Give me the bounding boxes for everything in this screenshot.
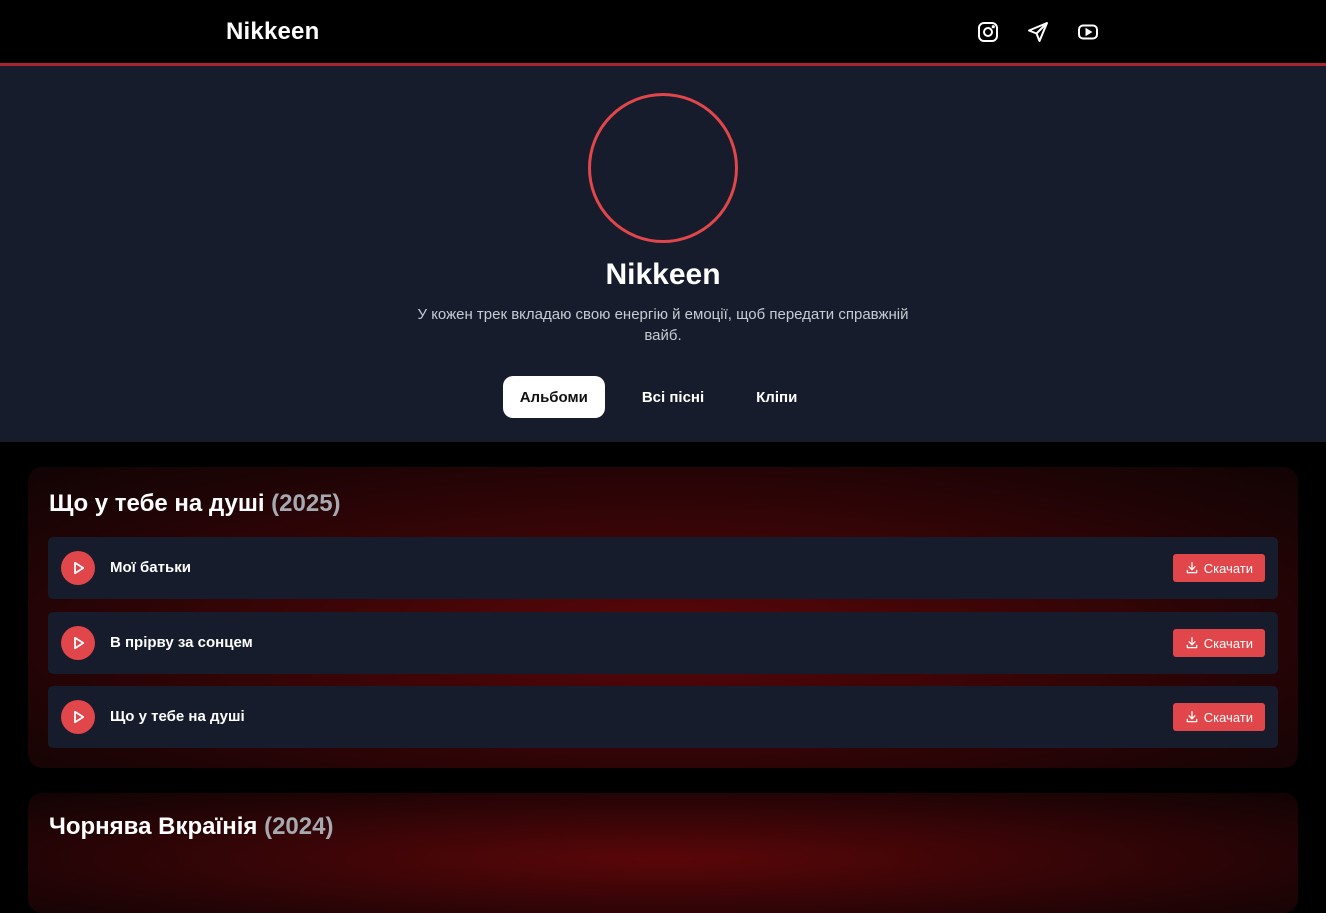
album-name: Що у тебе на душі [49,490,265,517]
tab-albums[interactable]: Альбоми [502,376,605,418]
telegram-icon[interactable] [1026,20,1050,44]
download-button[interactable]: Скачати [1172,703,1265,731]
album-title: Чорнява Вкраїнія (2024) [49,813,333,841]
download-icon [1186,711,1198,723]
download-label: Скачати [1203,560,1253,576]
track-title: В прірву за сонцем [110,634,253,651]
play-icon [74,710,85,724]
album-name: Чорнява Вкраїнія [49,813,258,840]
youtube-icon[interactable] [1076,20,1100,44]
artist-hero: Nikkeen У кожен трек вкладаю свою енергі… [0,66,1326,442]
play-icon [74,636,85,650]
download-button[interactable]: Скачати [1172,554,1265,582]
album-title: Що у тебе на душі (2025) [49,490,341,518]
track-row: Мої батьки Скачати [48,537,1278,599]
download-label: Скачати [1203,635,1253,651]
play-button[interactable] [61,551,95,585]
avatar [588,93,738,243]
artist-name: Nikkeen [605,258,721,291]
download-icon [1186,562,1198,574]
track-row: В прірву за сонцем Скачати [48,612,1278,674]
download-icon [1186,637,1198,649]
album-year: (2024) [264,813,334,840]
download-label: Скачати [1203,709,1253,725]
track-title: Що у тебе на душі [110,708,245,725]
play-icon [74,561,85,575]
tab-clips[interactable]: Кліпи [739,376,814,418]
tab-all-songs[interactable]: Всі пісні [625,376,721,418]
track-row: Що у тебе на душі Скачати [48,686,1278,748]
play-button[interactable] [61,626,95,660]
album-year: (2025) [271,490,341,517]
track-title: Мої батьки [110,559,191,576]
play-button[interactable] [61,700,95,734]
top-navbar: Nikkeen [0,0,1326,66]
instagram-icon[interactable] [976,20,1000,44]
tab-bar: Альбоми Всі пісні Кліпи [0,376,1326,418]
download-button[interactable]: Скачати [1172,629,1265,657]
album-card: Чорнява Вкраїнія (2024) [28,793,1298,913]
artist-description: У кожен трек вкладаю свою енергію й емоц… [417,306,909,344]
album-card: Що у тебе на душі (2025) Мої батьки Скач… [28,467,1298,768]
brand-logo[interactable]: Nikkeen [226,18,319,46]
